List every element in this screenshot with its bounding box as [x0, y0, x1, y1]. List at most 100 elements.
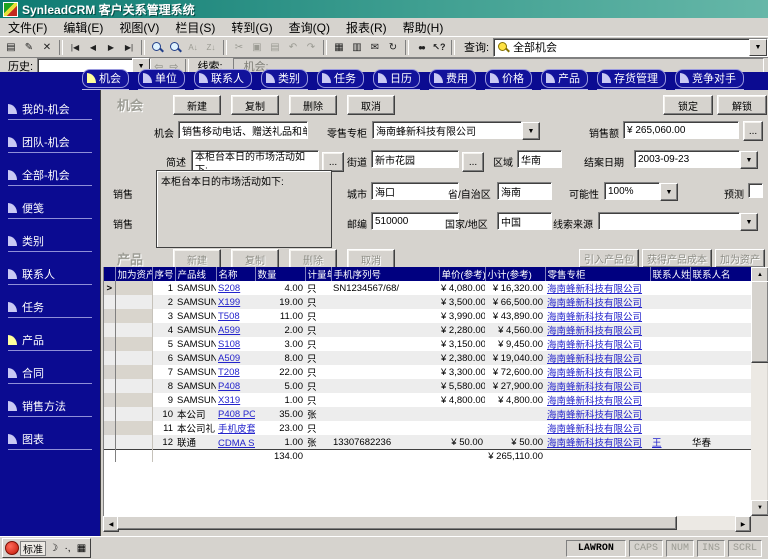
asset-checkbox-cell[interactable] [115, 365, 152, 379]
mail-icon[interactable]: ✉ [366, 39, 384, 56]
lock-button[interactable]: 锁定 [663, 95, 713, 115]
scroll-down-icon[interactable]: ▼ [751, 500, 768, 516]
asset-checkbox-cell[interactable] [115, 407, 152, 421]
grid-header-手机序列号[interactable]: 手机序列号 [331, 267, 439, 281]
add-as-asset-button[interactable]: 加为资产 [715, 249, 765, 268]
scroll-right-icon[interactable]: ▶ [735, 516, 751, 532]
unlock-button[interactable]: 解锁 [717, 95, 767, 115]
paste-icon[interactable]: ▤ [266, 39, 284, 56]
close-date-dropdown-arrow-icon[interactable]: ▼ [740, 151, 758, 169]
product-link[interactable]: A599 [218, 325, 240, 336]
sort-ascending-icon[interactable]: A↓ [184, 39, 202, 56]
print-icon[interactable]: ▦ [330, 39, 348, 56]
product-link[interactable]: S108 [218, 339, 240, 350]
store-dropdown-arrow-icon[interactable]: ▼ [522, 122, 540, 140]
tab-类别[interactable]: 类别 [261, 69, 308, 88]
sidebar-item-类别[interactable]: 类别 [8, 230, 92, 252]
store-link[interactable]: 海南蜂新科技有限公司 [547, 410, 642, 421]
grid-header-产品线[interactable]: 产品线 [175, 267, 216, 281]
product-link[interactable]: T208 [218, 367, 240, 378]
street-ellipsis-button[interactable]: ... [462, 152, 484, 172]
probability-field[interactable]: 100% [604, 182, 660, 200]
store-field[interactable]: 海南蜂新科技有限公司 [372, 121, 522, 139]
contact-link[interactable]: 王 [652, 438, 662, 449]
country-field[interactable]: 中国 [497, 212, 552, 230]
asset-checkbox-cell[interactable] [115, 323, 152, 337]
ime-halfwidth-icon[interactable]: ☽ [47, 543, 60, 554]
first-record-icon[interactable]: |◀ [66, 39, 84, 56]
product-link[interactable]: CDMA SIM卡 [218, 438, 255, 449]
tab-日历[interactable]: 日历 [373, 69, 420, 88]
city-field[interactable]: 海口 [371, 182, 459, 200]
grid-header-加为资产[interactable]: 加为资产 [115, 267, 152, 281]
sidebar-item-便笺[interactable]: 便笺 [8, 197, 92, 219]
close-date-field[interactable]: 2003-09-23 [634, 150, 740, 168]
product-link[interactable]: T508 [218, 311, 240, 322]
asset-checkbox-cell[interactable] [115, 435, 152, 450]
grid-header-数量[interactable]: 数量 [255, 267, 305, 281]
opportunity-field[interactable]: 销售移动电话、赠送礼品和单张 [178, 121, 308, 139]
new-button[interactable]: 新建 [173, 95, 221, 115]
ime-toolbar[interactable]: 标准 ☽ ·, ▦ [2, 538, 91, 558]
store-link[interactable]: 海南蜂新科技有限公司 [547, 396, 642, 407]
grid-header-小计(参考)[interactable]: 小计(参考) [485, 267, 545, 281]
product-link[interactable]: 手机皮套A [218, 424, 255, 435]
product-link[interactable]: S208 [218, 283, 240, 294]
street-field[interactable]: 新市花园 [371, 150, 459, 168]
store-link[interactable]: 海南蜂新科技有限公司 [547, 340, 642, 351]
ime-mode-button[interactable]: 标准 [20, 541, 46, 556]
asset-checkbox-cell[interactable] [115, 393, 152, 407]
cancel-button[interactable]: 取消 [347, 95, 395, 115]
product-row[interactable]: 8SAMSUNGP4085.00只¥ 5,580.00¥ 27,900.00海南… [104, 379, 751, 393]
prev-record-icon[interactable]: ◀ [84, 39, 102, 56]
grid-header-计量单位[interactable]: 计量单位 [305, 267, 331, 281]
province-field[interactable]: 海南 [497, 182, 552, 200]
region-field[interactable]: 华南 [517, 150, 562, 168]
asset-checkbox-cell[interactable] [115, 337, 152, 351]
export-icon[interactable]: ▥ [348, 39, 366, 56]
next-record-icon[interactable]: ▶ [102, 39, 120, 56]
menu-item[interactable]: 报表(R) [338, 18, 395, 37]
horizontal-scrollbar[interactable]: ◀ ▶ [103, 516, 751, 530]
product-row[interactable]: 4SAMSUNGA5992.00只¥ 2,280.00¥ 4,560.00海南蜂… [104, 323, 751, 337]
grid-header-联系人名[interactable]: 联系人名 [690, 267, 751, 281]
menu-item[interactable]: 栏目(S) [167, 18, 223, 37]
sidebar-item-合同[interactable]: 合同 [8, 362, 92, 384]
product-row[interactable]: 9SAMSUNGX3191.00只¥ 4,800.00¥ 4,800.00海南蜂… [104, 393, 751, 407]
tab-任务[interactable]: 任务 [317, 69, 364, 88]
product-row[interactable]: >1SAMSUNGS2084.00只SN1234567/68/¥ 4,080.0… [104, 281, 751, 295]
menu-item[interactable]: 文件(F) [0, 18, 55, 37]
import-product-package-button[interactable]: 引入产品包 [579, 249, 639, 268]
asset-checkbox-cell[interactable] [115, 421, 152, 435]
ime-punctuation-icon[interactable]: ·, [61, 543, 74, 554]
menu-item[interactable]: 查询(Q) [281, 18, 338, 37]
asset-checkbox-cell[interactable] [115, 281, 152, 295]
store-link[interactable]: 海南蜂新科技有限公司 [547, 438, 642, 449]
asset-checkbox-cell[interactable] [115, 295, 152, 309]
store-link[interactable]: 海南蜂新科技有限公司 [547, 284, 642, 295]
query-combo[interactable]: 全部机会 ▼ [493, 38, 768, 57]
new-record-icon[interactable]: ▤ [2, 39, 20, 56]
store-link[interactable]: 海南蜂新科技有限公司 [547, 368, 642, 379]
menu-item[interactable]: 视图(V) [111, 18, 167, 37]
sidebar-item-产品[interactable]: 产品 [8, 329, 92, 351]
grid-header-名称[interactable]: 名称 [216, 267, 255, 281]
product-row[interactable]: 12联通CDMA SIM卡1.00张13307682236¥ 50.00¥ 50… [104, 435, 751, 450]
cut-icon[interactable]: ✂ [230, 39, 248, 56]
sidebar-item-销售方法[interactable]: 销售方法 [8, 395, 92, 417]
product-copy-button[interactable]: 复制 [231, 249, 279, 269]
product-row[interactable]: 5SAMSUNGS1083.00只¥ 3,150.00¥ 9,450.00海南蜂… [104, 337, 751, 351]
product-cancel-button[interactable]: 取消 [347, 249, 395, 269]
amount-field[interactable]: ¥ 265,060.00 [623, 121, 739, 139]
tab-费用[interactable]: 费用 [429, 69, 476, 88]
forecast-checkbox[interactable] [748, 183, 763, 198]
tab-竞争对手[interactable]: 竞争对手 [675, 69, 744, 88]
store-link[interactable]: 海南蜂新科技有限公司 [547, 424, 642, 435]
horizontal-scroll-thumb[interactable] [117, 516, 677, 530]
product-link[interactable]: X199 [218, 297, 240, 308]
product-row[interactable]: 2SAMSUNGX19919.00只¥ 3,500.00¥ 66,500.00海… [104, 295, 751, 309]
tab-产品[interactable]: 产品 [541, 69, 588, 88]
sidebar-item-全部-机会[interactable]: 全部-机会 [8, 164, 92, 186]
brief-memo-popup[interactable]: 本柜台本日的市场活动如下: [156, 170, 332, 248]
vertical-scrollbar[interactable]: ▲ ▼ [751, 267, 767, 516]
